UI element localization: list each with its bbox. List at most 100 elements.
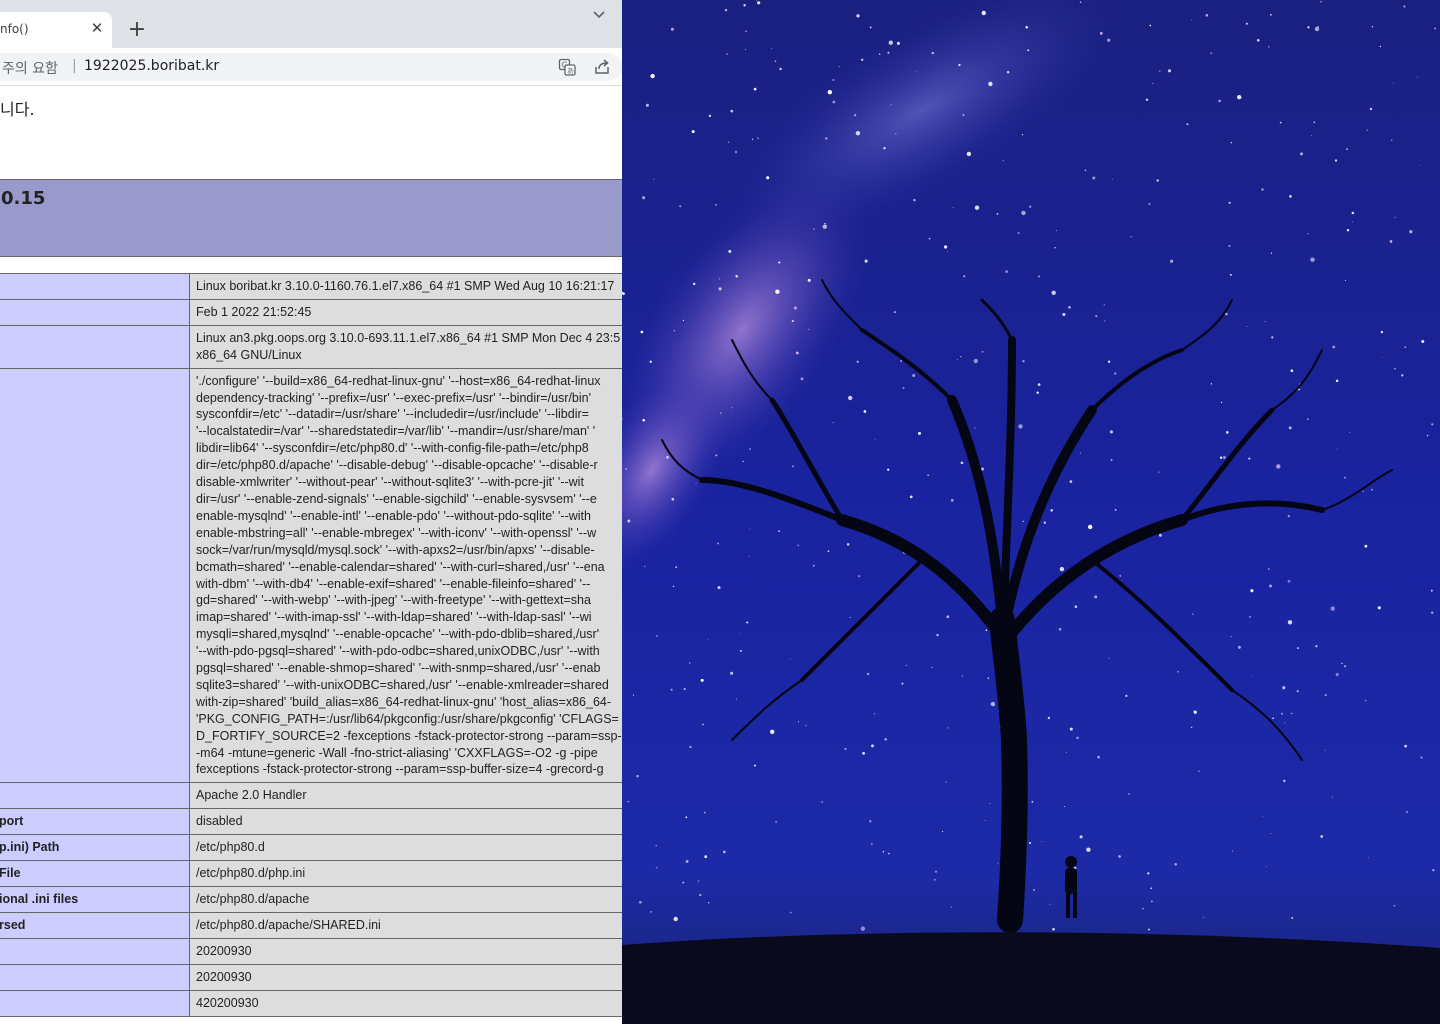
star bbox=[1052, 927, 1055, 931]
star bbox=[1380, 330, 1384, 334]
star bbox=[1314, 26, 1320, 32]
star bbox=[873, 713, 876, 715]
star bbox=[961, 675, 963, 677]
star bbox=[1405, 811, 1408, 814]
row-value-line: dependency-tracking' '--prefix=/usr' '--… bbox=[196, 390, 591, 405]
star bbox=[717, 586, 721, 590]
new-tab-button[interactable]: + bbox=[126, 19, 148, 41]
star bbox=[671, 497, 675, 501]
star bbox=[981, 10, 986, 16]
star bbox=[1084, 169, 1087, 172]
star bbox=[675, 566, 678, 569]
star bbox=[1230, 141, 1233, 144]
star bbox=[1103, 304, 1105, 306]
star bbox=[726, 53, 728, 55]
star bbox=[1158, 471, 1160, 473]
star bbox=[779, 67, 782, 71]
star bbox=[1065, 751, 1067, 753]
tab-strip: nfo() ✕ + bbox=[0, 0, 622, 48]
star bbox=[1352, 221, 1354, 223]
star bbox=[931, 666, 933, 669]
star bbox=[795, 351, 799, 355]
night-sky-tree-wallpaper bbox=[622, 0, 1440, 1024]
star bbox=[1248, 457, 1251, 460]
star bbox=[1021, 210, 1026, 216]
url-text[interactable]: 1922025.boribat.kr bbox=[84, 58, 219, 74]
star bbox=[724, 8, 728, 12]
star bbox=[1334, 159, 1338, 162]
star bbox=[1031, 800, 1034, 803]
star bbox=[1002, 159, 1004, 162]
star bbox=[973, 358, 978, 364]
row-value-line: disable-xmlwriter' '--without-pear' '--w… bbox=[196, 475, 584, 490]
row-value: 420200930 bbox=[189, 989, 622, 1017]
star bbox=[1107, 38, 1111, 42]
row-value-line: Linux an3.pkg.oops.org 3.10.0-693.11.1.e… bbox=[196, 330, 621, 345]
star bbox=[1404, 744, 1408, 748]
star bbox=[1393, 367, 1396, 370]
star bbox=[1228, 201, 1231, 204]
star bbox=[1271, 336, 1274, 339]
star bbox=[1409, 230, 1413, 234]
star bbox=[708, 902, 710, 904]
star bbox=[1054, 246, 1056, 249]
translate-icon[interactable]: G あ bbox=[558, 58, 576, 76]
row-key: ional .ini files bbox=[0, 886, 190, 913]
star bbox=[1345, 279, 1346, 281]
star bbox=[1142, 907, 1144, 910]
star bbox=[1192, 613, 1194, 615]
star bbox=[936, 633, 939, 637]
browser-window: nfo() ✕ + 주의 요함 | 1922025.boribat.kr G あ… bbox=[0, 0, 622, 1024]
star bbox=[1366, 129, 1368, 131]
browser-tab[interactable]: nfo() ✕ bbox=[0, 12, 112, 48]
star bbox=[1261, 188, 1264, 191]
star bbox=[896, 41, 900, 45]
star bbox=[1088, 524, 1093, 530]
star bbox=[1249, 615, 1252, 618]
star bbox=[895, 132, 897, 135]
star bbox=[778, 261, 781, 264]
star bbox=[1324, 749, 1326, 751]
star bbox=[1288, 426, 1292, 430]
star bbox=[989, 802, 991, 804]
star bbox=[1056, 230, 1058, 232]
star bbox=[1037, 383, 1041, 386]
star bbox=[1051, 290, 1056, 295]
star bbox=[735, 274, 738, 278]
row-key bbox=[0, 963, 190, 991]
row-value: Feb 1 2022 21:52:45 bbox=[189, 298, 622, 326]
browser-toolbar: 주의 요함 | 1922025.boribat.kr bbox=[0, 48, 622, 86]
star bbox=[981, 350, 984, 353]
star bbox=[1362, 490, 1364, 492]
star bbox=[1299, 152, 1304, 156]
close-icon[interactable]: ✕ bbox=[88, 19, 106, 37]
star bbox=[1291, 917, 1294, 919]
star bbox=[1289, 195, 1292, 198]
star bbox=[862, 751, 865, 755]
star bbox=[707, 638, 709, 640]
star bbox=[1074, 605, 1078, 608]
star bbox=[749, 448, 751, 450]
security-warning-label[interactable]: 주의 요함 bbox=[2, 58, 58, 78]
star bbox=[1313, 121, 1316, 124]
star bbox=[1417, 76, 1418, 78]
table-row: port disabled bbox=[0, 808, 622, 836]
star bbox=[825, 137, 828, 140]
row-value-line: /etc/php80.d/apache bbox=[196, 892, 310, 906]
star bbox=[708, 114, 712, 118]
chevron-down-icon[interactable] bbox=[590, 6, 608, 24]
row-key bbox=[0, 782, 190, 810]
star bbox=[642, 196, 646, 200]
star bbox=[1287, 579, 1291, 583]
star bbox=[813, 228, 815, 230]
row-value-line: Feb 1 2022 21:52:45 bbox=[196, 304, 312, 319]
star bbox=[753, 764, 756, 767]
row-value-line: bcmath=shared' '--enable-calendar=shared… bbox=[196, 559, 605, 574]
star bbox=[1280, 712, 1283, 715]
row-value-line: libdir=lib64' '--sysconfdir=/etc/php80.d… bbox=[196, 441, 589, 456]
row-value-line: /etc/php80.d/php.ini bbox=[196, 866, 306, 881]
row-value-line: dir=/usr' '--enable-zend-signals' '--ena… bbox=[196, 491, 597, 506]
star bbox=[1401, 374, 1404, 377]
star bbox=[1276, 464, 1281, 469]
share-icon[interactable] bbox=[593, 58, 611, 76]
